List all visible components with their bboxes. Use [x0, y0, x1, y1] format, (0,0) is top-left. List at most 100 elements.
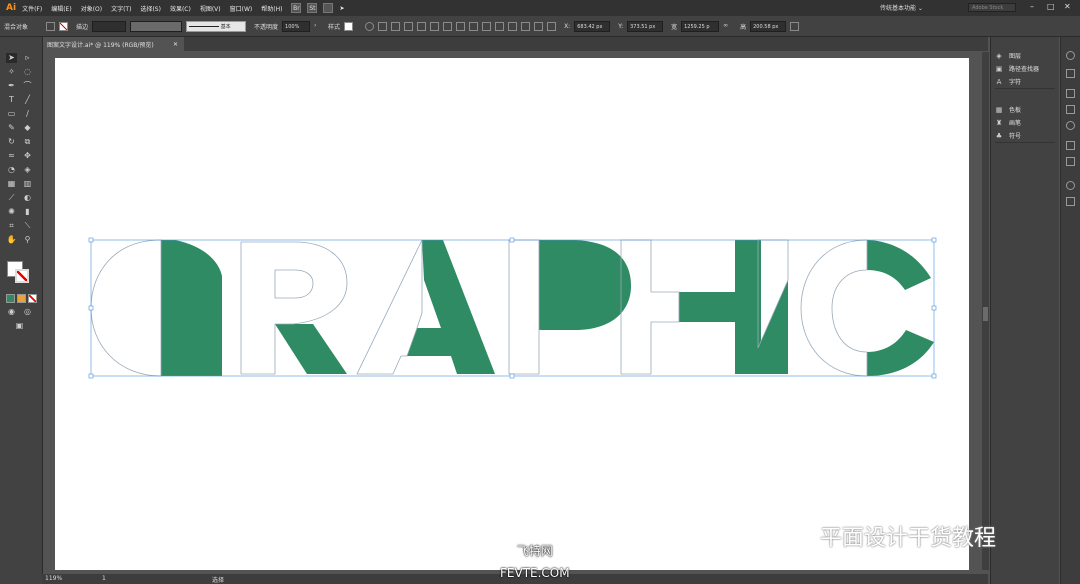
rotate-tool-icon[interactable]: ↻ — [6, 137, 17, 147]
menu-view[interactable]: 视图(V) — [200, 4, 221, 13]
color-guide-icon[interactable] — [1066, 69, 1075, 78]
letter-g[interactable] — [90, 239, 222, 377]
width-field[interactable]: 1259.25 p — [681, 20, 720, 32]
panel-swatches[interactable]: ▦ 色板 — [995, 103, 1055, 116]
distribute-left-icon[interactable] — [508, 21, 518, 31]
page-number[interactable]: 1 — [102, 575, 106, 582]
vertical-scrollbar[interactable] — [982, 52, 989, 570]
panel-brushes[interactable]: ♜ 画笔 — [995, 116, 1055, 129]
curvature-tool-icon[interactable]: ⌒ — [22, 81, 33, 91]
recolor-artwork-icon[interactable] — [365, 21, 375, 31]
close-window-button[interactable]: ✕ — [1064, 2, 1071, 11]
send-icon[interactable]: ➤ — [339, 5, 344, 12]
distribute-center-icon[interactable] — [521, 21, 531, 31]
handle-top-left[interactable] — [88, 237, 94, 243]
handle-top-middle[interactable] — [509, 237, 515, 243]
align-panel-icon[interactable] — [1066, 181, 1075, 190]
column-graph-tool-icon[interactable]: ▮ — [22, 207, 33, 217]
letter-r[interactable] — [240, 241, 348, 375]
gradient-panel-icon[interactable] — [1066, 105, 1075, 114]
panel-menu-icon[interactable] — [790, 21, 800, 31]
stock-icon[interactable]: St — [307, 3, 318, 13]
opacity-field[interactable]: 100% — [282, 20, 311, 32]
line-tool-icon[interactable]: ╱ — [22, 95, 33, 105]
transparency-panel-icon[interactable] — [1066, 121, 1075, 130]
gradient-mode-swatch[interactable] — [17, 294, 26, 303]
constrain-proportions-icon[interactable]: ∞ — [723, 22, 732, 31]
paintbrush-tool-icon[interactable]: ∕ — [22, 109, 33, 119]
zoom-tool-icon[interactable]: ⚲ — [22, 235, 33, 245]
stroke-panel-icon[interactable] — [1066, 89, 1075, 98]
align-left-icon[interactable] — [391, 21, 401, 31]
width-tool-icon[interactable]: ≈ — [6, 151, 17, 161]
panel-layers[interactable]: ◈ 图层 — [995, 49, 1055, 62]
graphic-artwork[interactable] — [55, 58, 969, 570]
panel-character[interactable]: A 字符 — [995, 75, 1055, 88]
type-tool-icon[interactable]: T — [6, 95, 17, 105]
handle-bottom-left[interactable] — [88, 373, 94, 379]
handle-bottom-right[interactable] — [931, 373, 937, 379]
menu-type[interactable]: 文字(T) — [111, 4, 131, 13]
none-mode-swatch[interactable] — [28, 294, 37, 303]
variable-width-field[interactable] — [130, 20, 183, 32]
magic-wand-tool-icon[interactable]: ✧ — [6, 67, 17, 77]
lasso-tool-icon[interactable]: ◌ — [22, 67, 33, 77]
hand-tool-icon[interactable]: ✋ — [6, 235, 17, 245]
graphic-style-swatch[interactable] — [344, 21, 354, 31]
menu-file[interactable]: 文件(F) — [22, 4, 42, 13]
distribute-top-icon[interactable] — [469, 21, 479, 31]
draw-inside-icon[interactable]: ◎ — [22, 307, 33, 317]
symbol-sprayer-tool-icon[interactable]: ✺ — [6, 207, 17, 217]
menu-effect[interactable]: 效果(C) — [170, 4, 191, 13]
color-mode-swatch[interactable] — [6, 294, 15, 303]
reference-point-icon[interactable] — [547, 21, 557, 31]
opacity-dropdown-icon[interactable]: › — [314, 22, 320, 31]
menu-window[interactable]: 窗口(W) — [230, 4, 253, 13]
selection-tool-icon[interactable]: ➤ — [6, 53, 17, 63]
bridge-icon[interactable]: Br — [291, 3, 302, 13]
distribute-bottom-icon[interactable] — [495, 21, 505, 31]
letter-h[interactable] — [620, 239, 761, 375]
screen-mode-icon[interactable]: ▣ — [14, 321, 25, 331]
letter-c[interactable] — [800, 239, 934, 377]
transform-panel-icon[interactable] — [1066, 197, 1075, 206]
menu-edit[interactable]: 编辑(E) — [51, 4, 71, 13]
free-transform-tool-icon[interactable]: ✥ — [22, 151, 33, 161]
arrange-documents-icon[interactable] — [323, 3, 334, 13]
distribute-right-icon[interactable] — [534, 21, 544, 31]
document-tab[interactable]: 图案文字设计.ai* @ 119% (RGB/预览) ✕ — [42, 37, 184, 51]
menu-help[interactable]: 帮助(H) — [261, 4, 282, 13]
align-right-icon[interactable] — [417, 21, 427, 31]
transform-icon[interactable] — [378, 21, 388, 31]
workspace-switcher[interactable]: 传统基本功能 ⌄ — [880, 3, 923, 12]
handle-middle-right[interactable] — [931, 305, 937, 311]
align-top-icon[interactable] — [430, 21, 440, 31]
perspective-grid-tool-icon[interactable]: ▦ — [6, 179, 17, 189]
stock-search-input[interactable]: Adobe Stock — [968, 3, 1016, 12]
direct-selection-tool-icon[interactable]: ▹ — [22, 53, 33, 63]
draw-mode-icon[interactable]: ◉ — [6, 307, 17, 317]
handle-bottom-middle[interactable] — [509, 373, 515, 379]
vertical-scroll-thumb[interactable] — [983, 307, 988, 321]
appearance-panel-icon[interactable] — [1066, 141, 1075, 150]
height-field[interactable]: 200.58 px — [750, 20, 787, 32]
distribute-middle-icon[interactable] — [482, 21, 492, 31]
stroke-color-swatch[interactable] — [15, 269, 29, 283]
pen-tool-icon[interactable]: ✒ — [6, 81, 17, 91]
menu-object[interactable]: 对象(O) — [81, 4, 102, 13]
gradient-tool-icon[interactable]: ▥ — [22, 179, 33, 189]
x-field[interactable]: 683.42 px — [574, 20, 611, 32]
y-field[interactable]: 373.51 px — [627, 20, 664, 32]
handle-middle-left[interactable] — [88, 305, 94, 311]
blend-tool-icon[interactable]: ◐ — [22, 193, 33, 203]
shape-builder-tool-icon[interactable]: ◔ — [6, 165, 17, 175]
letter-a[interactable] — [356, 239, 495, 375]
handle-top-right[interactable] — [931, 237, 937, 243]
eyedropper-tool-icon[interactable]: ⟋ — [6, 193, 17, 203]
fill-swatch-icon[interactable] — [46, 21, 56, 31]
color-panel-icon[interactable] — [1066, 51, 1075, 60]
letter-p[interactable] — [508, 239, 631, 375]
align-bottom-icon[interactable] — [456, 21, 466, 31]
artboard[interactable] — [55, 58, 969, 570]
artboard-tool-icon[interactable]: ⌗ — [6, 221, 17, 231]
